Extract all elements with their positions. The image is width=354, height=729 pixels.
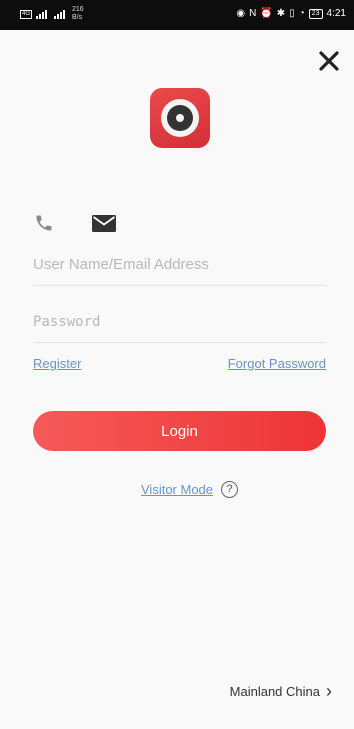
login-button[interactable]: Login [33,411,326,451]
phone-icon [36,215,52,231]
password-input[interactable] [33,314,326,342]
password-field [33,313,326,343]
status-bar: 4G 216 B/s ◉ N ⏰ ✱ ▯ ◔ 23 4:21 [0,0,354,30]
network-type: 4G [20,9,33,19]
question-circle-icon[interactable]: ? [221,481,239,498]
username-input[interactable] [33,256,326,285]
status-right: ◉ N ⏰ ✱ ▯ ◔ 23 4:21 [236,8,346,19]
network-speed: 216 B/s [72,6,84,21]
email-login-toggle[interactable] [92,215,116,237]
visitor-mode: Visitor Mode ? [141,481,239,498]
region-selector[interactable]: Mainland China › [229,681,332,701]
eye-icon: ◉ [236,8,246,19]
sync-icon: ◔ [298,8,305,19]
app-logo [150,88,210,148]
region-label: Mainland China [229,684,320,699]
username-field [33,256,326,286]
envelope-icon [92,215,116,232]
battery-icon: 23 [308,8,323,19]
bluetooth-icon: ✱ [276,8,286,19]
signal-icon-2 [54,9,68,19]
chevron-right-icon: › [326,681,332,701]
register-link[interactable]: Register [33,356,81,371]
vibrate-icon: ▯ [289,8,295,19]
phone-login-toggle[interactable] [34,213,54,238]
nfc-icon: N [249,8,257,19]
close-button[interactable] [318,50,340,72]
login-screen: Register Forgot Password Login Visitor M… [0,30,354,729]
alarm-icon: ⏰ [260,8,273,19]
visitor-mode-link[interactable]: Visitor Mode [141,482,213,497]
close-icon [319,51,339,71]
status-time: 4:21 [326,8,346,19]
status-left: 4G 216 B/s [20,6,84,22]
signal-icon [36,9,50,19]
forgot-password-link[interactable]: Forgot Password [228,356,326,371]
